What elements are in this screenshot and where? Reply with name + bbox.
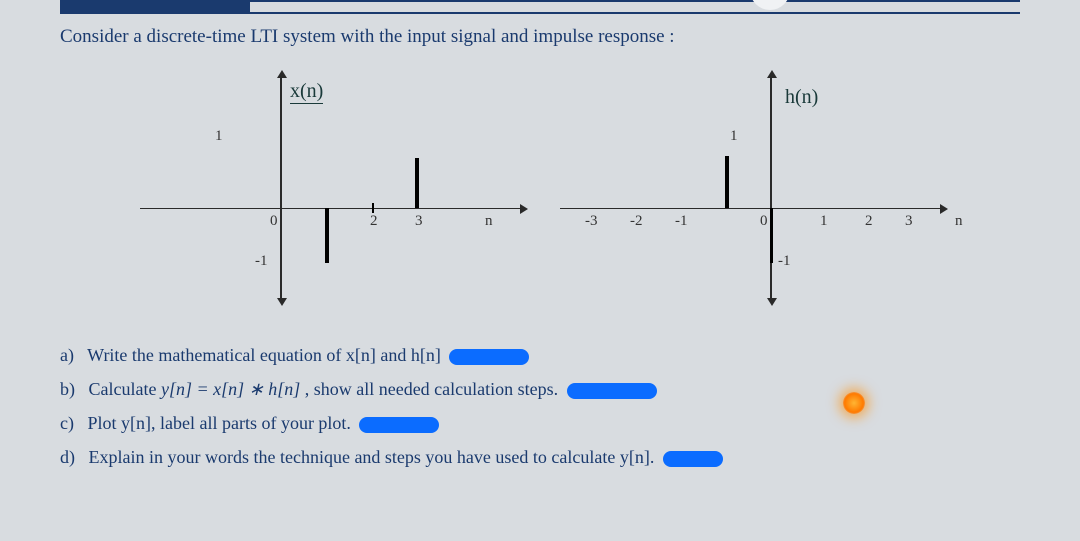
y-axis [280,78,282,298]
redaction-mark [449,349,529,365]
question-list: a) Write the mathematical equation of x[… [60,338,1020,474]
q-prefix: d) [60,447,75,467]
x-tick-m1: -1 [675,213,688,230]
x-tick-m3: -3 [585,213,598,230]
q-prefix: c) [60,413,74,433]
graph-x: x(n) 1 -1 0 2 3 n [140,78,520,298]
x-tick-n: n [955,213,963,230]
x-tick-3: 3 [415,213,423,230]
x-tick-2: 2 [865,213,873,230]
header-tab-blob [60,0,250,14]
problem-prompt: Consider a discrete-time LTI system with… [60,26,1020,48]
x-tick-0: 0 [760,213,768,230]
graph-h: h(n) 1 -1 -3 -2 -1 0 1 2 3 n [560,78,940,298]
q-text: Explain in your words the technique and … [89,447,655,467]
q-prefix: a) [60,345,74,365]
tick-mark-2 [372,203,374,213]
q-text: Plot y[n], label all parts of your plot. [87,413,350,433]
q-prefix: b) [60,379,75,399]
stem-h0 [770,208,773,263]
x-tick-2: 2 [370,213,378,230]
stem-x1 [325,208,329,263]
graph-x-label: x(n) [290,80,323,104]
redaction-mark [359,417,439,433]
question-b: b) Calculate y[n] = x[n] ∗ h[n] , show a… [60,372,1020,406]
graph-h-label: h(n) [785,86,818,109]
x-tick-n: n [485,213,493,230]
y-tick-1: 1 [730,128,738,145]
y-tick-neg1: -1 [255,253,268,270]
x-axis [560,208,940,209]
redaction-mark [663,451,723,467]
stem-hminus1 [725,156,729,208]
question-d: d) Explain in your words the technique a… [60,440,1020,474]
y-tick-1: 1 [215,128,223,145]
x-tick-0: 0 [270,213,278,230]
redaction-mark [567,383,657,399]
q-text: Calculate [89,379,161,399]
y-axis [770,78,772,298]
x-tick-m2: -2 [630,213,643,230]
q-text: Write the mathematical equation of x[n] … [87,345,441,365]
question-c: c) Plot y[n], label all parts of your pl… [60,406,1020,440]
question-a: a) Write the mathematical equation of x[… [60,338,1020,372]
q-text2: , show all needed calculation steps. [300,379,558,399]
x-axis [140,208,520,209]
header-rule [60,0,1020,14]
graph-area: x(n) 1 -1 0 2 3 n h(n) 1 -1 -3 -2 -1 0 1… [60,68,1020,328]
y-tick-neg1: -1 [778,253,791,270]
x-tick-3: 3 [905,213,913,230]
q-eq: y[n] = x[n] ∗ h[n] [161,379,300,399]
x-tick-1: 1 [820,213,828,230]
stem-x3 [415,158,419,208]
